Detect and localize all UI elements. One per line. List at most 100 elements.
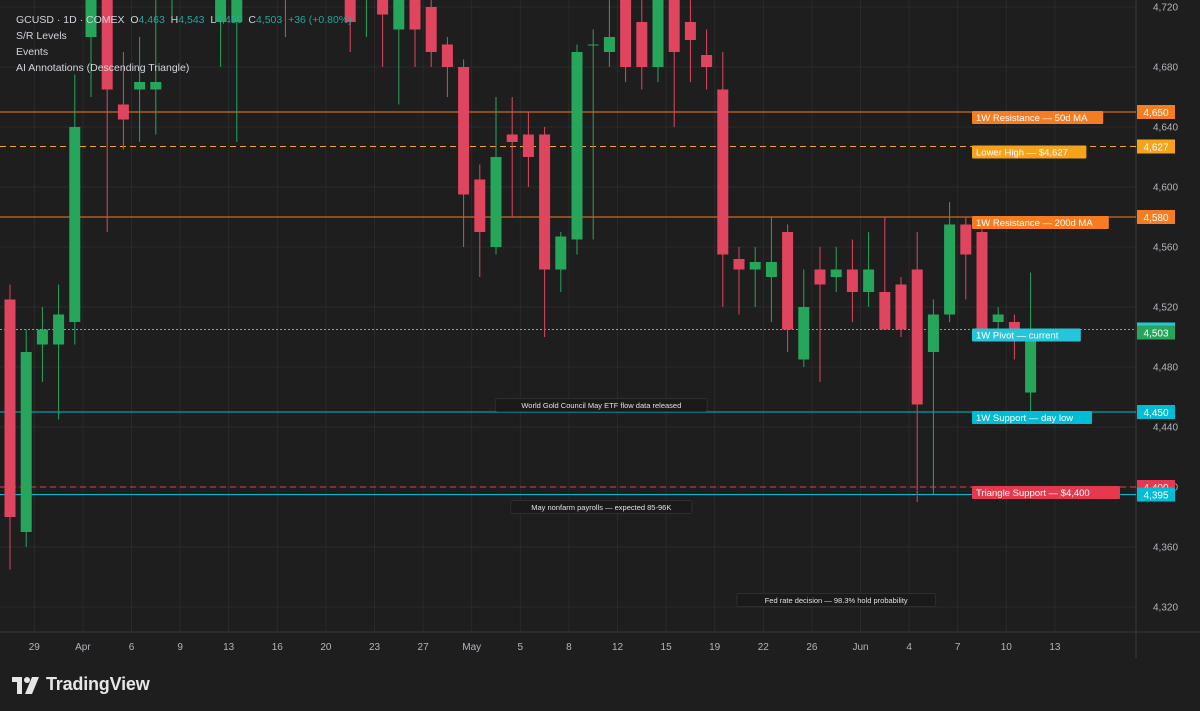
level-label: Lower High — $4,627 (976, 148, 1068, 159)
x-tick-label: 27 (418, 642, 430, 653)
candle-body[interactable] (20, 352, 32, 532)
candle-body[interactable] (620, 0, 632, 67)
candle-body[interactable] (652, 0, 664, 67)
y-tick-label: 4,440 (1153, 423, 1178, 434)
candle-body[interactable] (587, 44, 599, 46)
candle-body[interactable] (782, 232, 794, 330)
open-label: O (130, 14, 139, 26)
low-value: 4,450 (216, 14, 243, 26)
price-axis-tag: 4,450 (1143, 408, 1168, 419)
candle-body[interactable] (749, 262, 761, 270)
close-value: 4,503 (255, 14, 283, 26)
candle-body[interactable] (911, 269, 923, 405)
x-tick-label: 7 (955, 642, 961, 653)
x-tick-label: Jun (852, 642, 868, 653)
x-tick-label: 20 (320, 642, 332, 653)
candle-body[interactable] (36, 329, 48, 345)
candle-body[interactable] (976, 232, 988, 330)
close-label: C (248, 14, 256, 26)
tradingview-logo-icon (12, 676, 39, 694)
x-tick-label: 8 (566, 642, 572, 653)
candle-body[interactable] (684, 22, 696, 40)
candlestick-chart[interactable]: Lower High — $4,890Lower High — $4,7741W… (0, 0, 1200, 711)
candle-body[interactable] (409, 0, 421, 30)
open-value: 4,463 (138, 14, 165, 26)
x-tick-label: 26 (806, 642, 818, 653)
symbol-legend[interactable]: GCUSD · 1D · COMEX O4,463 H4,543 L4,450 … (16, 14, 352, 26)
event-label: May nonfarm payrolls — expected 85-96K (531, 503, 671, 512)
candle-body[interactable] (150, 82, 162, 90)
level-label: Triangle Support — $4,400 (976, 488, 1090, 499)
candle-body[interactable] (603, 37, 615, 52)
candle-body[interactable] (798, 307, 810, 360)
y-tick-label: 4,640 (1153, 123, 1178, 134)
candle-body[interactable] (571, 52, 583, 240)
candle-body[interactable] (717, 89, 729, 255)
candle-body[interactable] (733, 259, 745, 270)
candle-body[interactable] (377, 0, 389, 15)
candle-body[interactable] (944, 224, 956, 315)
candle-body[interactable] (701, 55, 713, 67)
candle-body[interactable] (895, 284, 907, 330)
candle-body[interactable] (765, 262, 777, 277)
candle-body[interactable] (69, 127, 81, 322)
candle-body[interactable] (53, 314, 65, 345)
candle-body[interactable] (490, 157, 502, 247)
candle-body[interactable] (425, 7, 437, 52)
symbol-name: GCUSD · 1D · COMEX (16, 14, 125, 26)
x-tick-label: Apr (75, 642, 91, 653)
candle-body[interactable] (458, 67, 470, 195)
tradingview-logo[interactable]: TradingView (12, 674, 150, 695)
current-price-tag: 4,503 (1143, 329, 1168, 340)
candle-body[interactable] (879, 292, 891, 330)
candle-body[interactable] (636, 22, 648, 67)
price-axis-tag: 4,650 (1143, 108, 1168, 119)
y-tick-label: 4,600 (1153, 183, 1178, 194)
candle-body[interactable] (539, 134, 551, 270)
y-tick-label: 4,680 (1153, 63, 1178, 74)
x-tick-label: 6 (129, 642, 135, 653)
candle-body[interactable] (863, 269, 875, 293)
x-tick-label: 13 (1049, 642, 1061, 653)
candle-body[interactable] (830, 269, 842, 278)
footer-bar (0, 658, 1200, 711)
candle-body[interactable] (117, 104, 129, 120)
x-tick-label: 29 (29, 642, 41, 653)
y-tick-label: 4,560 (1153, 243, 1178, 254)
price-axis-tag: 4,580 (1143, 213, 1168, 224)
candle-body[interactable] (846, 269, 858, 293)
y-tick-label: 4,360 (1153, 543, 1178, 554)
candle-body[interactable] (441, 44, 453, 68)
candle-body[interactable] (960, 224, 972, 255)
candle-body[interactable] (555, 236, 567, 270)
price-axis-tag: 4,627 (1143, 143, 1168, 154)
x-tick-label: 5 (518, 642, 524, 653)
brand-name: TradingView (46, 674, 150, 694)
candle-body[interactable] (522, 134, 534, 158)
candle-body[interactable] (992, 314, 1004, 323)
x-tick-label: May (462, 642, 481, 653)
x-tick-label: 4 (906, 642, 912, 653)
indicator-ai-annotations[interactable]: AI Annotations (Descending Triangle) (16, 62, 189, 74)
candle-body[interactable] (4, 299, 16, 518)
level-label: 1W Pivot — current (976, 331, 1059, 342)
indicator-sr-levels[interactable]: S/R Levels (16, 30, 67, 42)
level-label: 1W Support — day low (976, 413, 1073, 424)
candle-body[interactable] (506, 134, 518, 143)
indicator-events[interactable]: Events (16, 46, 48, 58)
change-value: +36 (+0.80%) (288, 14, 352, 26)
candle-body[interactable] (1008, 322, 1020, 330)
level-label: 1W Resistance — 200d MA (976, 218, 1093, 229)
candle-body[interactable] (393, 0, 405, 30)
high-value: 4,543 (178, 14, 205, 26)
x-tick-label: 9 (177, 642, 183, 653)
candle-body[interactable] (927, 314, 939, 353)
candle-body[interactable] (668, 0, 680, 52)
y-tick-label: 4,320 (1153, 603, 1178, 614)
candle-body[interactable] (814, 269, 826, 285)
x-tick-label: 10 (1001, 642, 1013, 653)
candle-body[interactable] (474, 179, 486, 233)
chart-area[interactable]: Lower High — $4,890Lower High — $4,7741W… (0, 0, 1200, 711)
candle-body[interactable] (134, 82, 146, 90)
price-axis-tag: 4,395 (1143, 491, 1168, 502)
